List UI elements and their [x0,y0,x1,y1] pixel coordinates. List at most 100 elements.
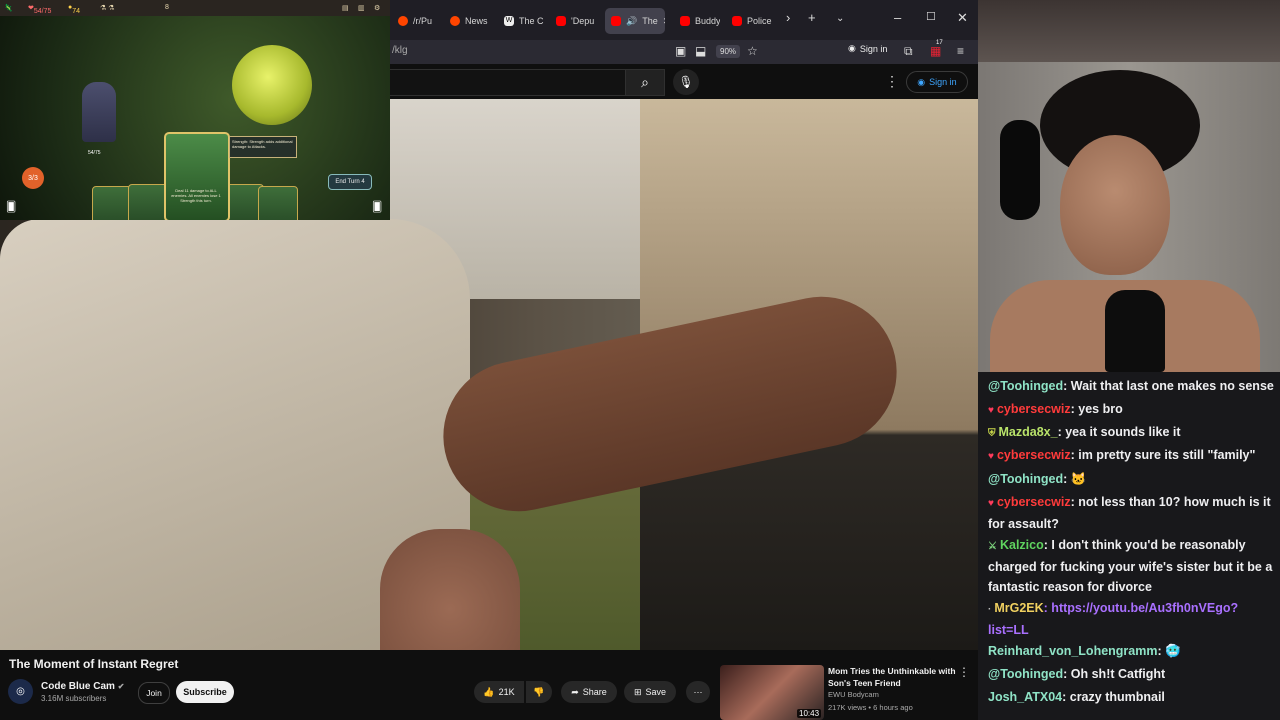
heart-badge-icon: ♥ [988,498,994,509]
draw-pile-icon[interactable]: 🂠 [6,202,16,213]
end-turn-button[interactable]: End Turn 4 [328,174,372,190]
tab-reddit-1[interactable]: /r/Pu [398,8,442,34]
strength-tooltip: Strength: Strength adds additional damag… [229,136,297,158]
chat-username[interactable]: @Toohinged [988,379,1063,393]
video-duration-badge: 10:43 [797,709,822,718]
youtube-search-button[interactable]: ⌕ [625,69,665,96]
microphone [1105,290,1165,372]
close-window-icon[interactable]: ✕ [957,10,968,26]
card-description: Deal 11 damage to ALL enemies. All enemi… [171,188,221,203]
chevron-down-icon[interactable]: ⌄ [836,13,844,24]
close-icon[interactable]: ✕ [663,16,665,27]
recommended-video-channel[interactable]: EWU Bodycam [828,690,879,699]
heart-badge-icon: ♥ [988,405,994,416]
notification-count-badge: 17 [936,40,943,46]
more-options-icon[interactable]: ⋮ [958,665,970,679]
wikipedia-icon: W [504,16,514,26]
search-icon: ⌕ [641,74,649,90]
hand-card[interactable] [128,184,168,220]
chevron-right-icon[interactable]: › [786,10,790,25]
maximize-icon[interactable]: ☐ [926,10,936,23]
tab-label: The [642,16,658,26]
deck-icon[interactable]: ▥ [358,4,365,12]
youtube-search-input[interactable] [390,69,626,96]
thumbs-up-icon: 👍 [483,686,495,697]
hp-value: 54/75 [33,8,52,15]
chat-username[interactable]: @Toohinged [988,472,1063,486]
more-actions-button[interactable]: ⋯ [686,681,710,703]
hand-card[interactable] [258,186,298,220]
youtube-sign-in-button[interactable]: ◉ Sign in [906,71,968,93]
hand-card[interactable] [92,186,132,220]
more-horizontal-icon: ⋯ [693,686,703,697]
chat-text: : 🥶 [1157,644,1181,658]
chat-text: : yea it sounds like it [1057,425,1181,439]
speaker-icon[interactable]: 🔊 [626,16,637,27]
chat-username[interactable]: @Toohinged [988,667,1063,681]
extensions-icon[interactable]: ⧉ [904,44,913,59]
player-hp-label: 54/75 [88,150,101,156]
reddit-icon [450,16,460,26]
notifications-icon[interactable]: ▦ [930,44,941,58]
tab-youtube-3[interactable]: Police [732,8,774,34]
channel-name[interactable]: Code Blue Cam ✔ [41,681,124,692]
chat-message: @Toohinged: Oh sh!t Catfight [988,664,1278,684]
chat-username[interactable]: Kalzico [1000,538,1044,552]
share-icon: ➦ [571,686,579,697]
like-button[interactable]: 👍 21K [474,681,524,703]
selected-card[interactable] [164,132,230,220]
minimize-icon[interactable]: – [894,10,901,25]
tab-label: /r/Pu [413,16,433,26]
menu-icon[interactable]: ≡ [957,44,964,58]
new-tab-icon[interactable]: + [808,10,816,25]
picture-in-picture-icon[interactable]: ▣ [675,44,686,58]
player-character [82,82,116,142]
potion-count: 8 [165,4,169,11]
recommended-video-meta: 217K views • 6 hours ago [828,703,913,712]
chat-username[interactable]: Reinhard_von_Lohengramm [988,644,1157,658]
chat-username[interactable]: Josh_ATX04 [988,690,1062,704]
youtube-sign-in-label: Sign in [929,77,957,87]
tab-reddit-2[interactable]: News [450,8,492,34]
tab-youtube-1[interactable]: 'Depu [556,8,596,34]
chat-text: : yes bro [1070,402,1123,416]
chat-username[interactable]: cybersecwiz [997,448,1071,462]
tab-label: 'Depu [571,16,595,26]
verified-icon: ✔ [117,682,125,691]
chat-message: Reinhard_von_Lohengramm: 🥶 [988,641,1278,661]
enemy-creature[interactable] [232,45,312,125]
game-overlay: 🦎 ❤ 54/75 ● 74 ⚗ ⚗ 8 ▤ ▥ ⚙ 54/75 3/3 Dea… [0,0,390,220]
tab-wikipedia[interactable]: W The C [504,8,544,34]
zoom-level-button[interactable]: 90% [716,45,741,58]
potion-icon[interactable]: ⚗ ⚗ [100,4,115,12]
tab-youtube-active[interactable]: 🔊 The ✕ [605,8,665,34]
url-bar[interactable]: /klg [392,45,408,56]
map-icon[interactable]: ▤ [342,4,349,12]
chat-username[interactable]: Mazda8x_ [999,425,1058,439]
chat-username[interactable]: MrG2EK [994,601,1043,615]
youtube-icon [680,16,690,26]
voice-search-button[interactable]: 🎙 [673,69,699,95]
join-button[interactable]: Join [138,682,170,704]
chat-text: : im pretty sure its still "family" [1070,448,1256,462]
save-to-pocket-icon[interactable]: ⬓ [695,44,706,58]
dot-badge-icon: · [988,604,992,615]
bookmark-star-icon[interactable]: ☆ [747,44,758,58]
discard-pile-icon[interactable]: 🂠 [372,202,382,213]
more-options-icon[interactable]: ⋮ [885,73,899,90]
recommended-video-title[interactable]: Mom Tries the Unthinkable with Son's Tee… [828,665,958,689]
tab-youtube-2[interactable]: Buddy [680,8,720,34]
browser-sign-in-button[interactable]: ◉ Sign in [848,43,887,54]
energy-orb: 3/3 [22,167,44,189]
game-top-bar: 🦎 ❤ 54/75 ● 74 ⚗ ⚗ 8 ▤ ▥ ⚙ [0,0,390,16]
youtube-icon [732,16,742,26]
save-button[interactable]: ⊞ Save [624,681,676,703]
subscribe-button[interactable]: Subscribe [176,681,234,703]
chat-username[interactable]: cybersecwiz [997,495,1071,509]
share-button[interactable]: ➦ Share [561,681,617,703]
dislike-button[interactable]: 👎 [526,681,552,703]
chat-username[interactable]: cybersecwiz [997,402,1071,416]
settings-icon[interactable]: ⚙ [374,4,380,12]
chat-message: @Toohinged: 🐱 [988,469,1278,489]
channel-avatar[interactable]: ◎ [8,679,33,704]
